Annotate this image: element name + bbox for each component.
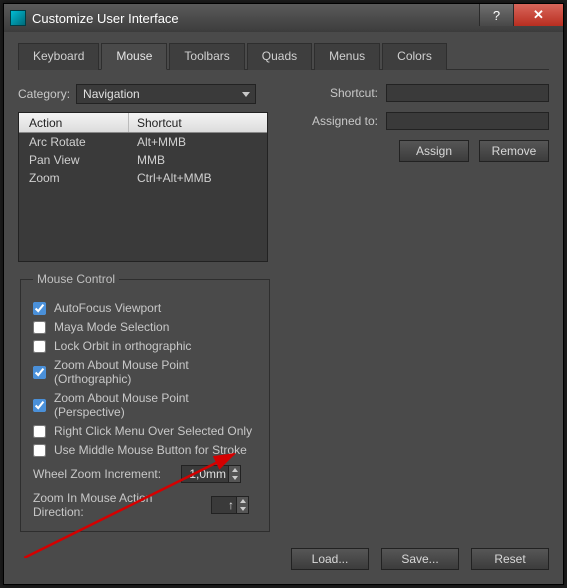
titlebar[interactable]: Customize User Interface ? ✕	[4, 4, 563, 32]
app-icon	[10, 10, 26, 26]
spin-down-icon[interactable]	[236, 505, 248, 513]
zoom-dir-label: Zoom In Mouse Action Direction:	[33, 491, 203, 519]
close-button[interactable]: ✕	[513, 4, 563, 26]
category-value: Navigation	[83, 87, 140, 101]
checkbox-input[interactable]	[33, 444, 46, 457]
tab-menus[interactable]: Menus	[314, 43, 380, 70]
checkbox-input[interactable]	[33, 302, 46, 315]
category-label: Category:	[18, 87, 70, 101]
checkbox-label: Lock Orbit in orthographic	[54, 339, 191, 353]
remove-button[interactable]: Remove	[479, 140, 549, 162]
window-title: Customize User Interface	[32, 11, 179, 26]
checkbox-label: Zoom About Mouse Point (Perspective)	[54, 391, 257, 419]
wheel-zoom-label: Wheel Zoom Increment:	[33, 467, 173, 481]
checkbox-label: Maya Mode Selection	[54, 320, 169, 334]
tab-quads[interactable]: Quads	[247, 43, 312, 70]
checkbox-2[interactable]: Lock Orbit in orthographic	[33, 339, 257, 353]
checkbox-1[interactable]: Maya Mode Selection	[33, 320, 257, 334]
tab-colors[interactable]: Colors	[382, 43, 447, 70]
tab-toolbars[interactable]: Toolbars	[169, 43, 244, 70]
checkbox-label: AutoFocus Viewport	[54, 301, 161, 315]
spin-up-icon[interactable]	[228, 466, 240, 474]
checkbox-label: Right Click Menu Over Selected Only	[54, 424, 252, 438]
help-button[interactable]: ?	[479, 4, 513, 26]
tab-strip: KeyboardMouseToolbarsQuadsMenusColors	[18, 42, 549, 70]
spin-down-icon[interactable]	[228, 474, 240, 482]
reset-button[interactable]: Reset	[471, 548, 549, 570]
table-row[interactable]: Arc RotateAlt+MMB	[19, 133, 267, 151]
mouse-control-group: Mouse Control AutoFocus Viewport Maya Mod…	[20, 272, 270, 532]
load-button[interactable]: Load...	[291, 548, 369, 570]
mouse-control-legend: Mouse Control	[33, 272, 119, 286]
checkbox-3[interactable]: Zoom About Mouse Point (Orthographic)	[33, 358, 257, 386]
spin-up-icon[interactable]	[236, 497, 248, 505]
checkbox-label: Zoom About Mouse Point (Orthographic)	[54, 358, 257, 386]
checkbox-input[interactable]	[33, 366, 46, 379]
assigned-label: Assigned to:	[298, 114, 378, 128]
checkbox-input[interactable]	[33, 321, 46, 334]
checkbox-0[interactable]: AutoFocus Viewport	[33, 301, 257, 315]
shortcut-label: Shortcut:	[298, 86, 378, 100]
checkbox-input[interactable]	[33, 399, 46, 412]
save-button[interactable]: Save...	[381, 548, 459, 570]
tab-mouse[interactable]: Mouse	[101, 43, 167, 70]
col-shortcut[interactable]: Shortcut	[129, 113, 267, 132]
checkbox-label: Use Middle Mouse Button for Stroke	[54, 443, 247, 457]
category-dropdown[interactable]: Navigation	[76, 84, 256, 104]
assigned-input[interactable]	[386, 112, 549, 130]
wheel-zoom-input[interactable]: 1,0mm	[181, 465, 241, 483]
table-row[interactable]: Pan ViewMMB	[19, 151, 267, 169]
shortcut-input[interactable]	[386, 84, 549, 102]
tab-keyboard[interactable]: Keyboard	[18, 43, 99, 70]
table-row[interactable]: ZoomCtrl+Alt+MMB	[19, 169, 267, 187]
action-list[interactable]: Action Shortcut Arc RotateAlt+MMBPan Vie…	[18, 112, 268, 262]
zoom-dir-input[interactable]: ↑	[211, 496, 249, 514]
checkbox-6[interactable]: Use Middle Mouse Button for Stroke	[33, 443, 257, 457]
checkbox-4[interactable]: Zoom About Mouse Point (Perspective)	[33, 391, 257, 419]
checkbox-input[interactable]	[33, 425, 46, 438]
checkbox-5[interactable]: Right Click Menu Over Selected Only	[33, 424, 257, 438]
assign-button[interactable]: Assign	[399, 140, 469, 162]
checkbox-input[interactable]	[33, 340, 46, 353]
col-action[interactable]: Action	[19, 113, 129, 132]
